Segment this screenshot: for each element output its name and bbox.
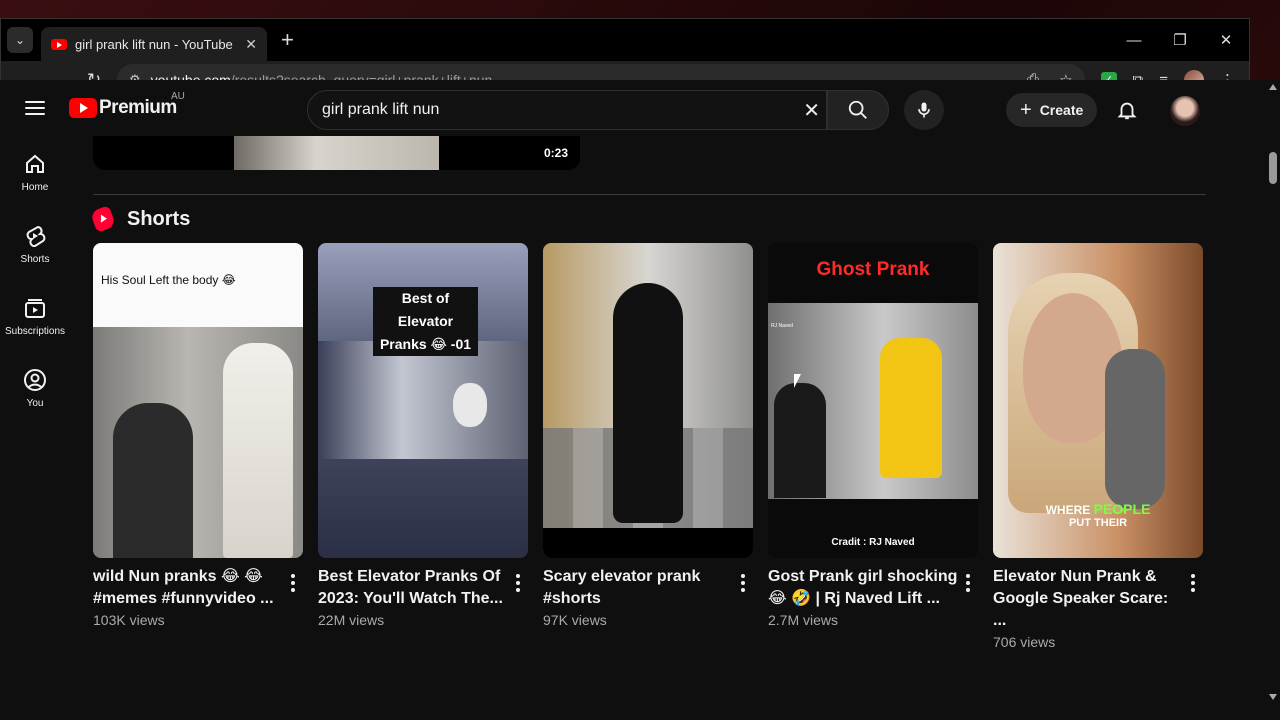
thumbnail-caption: WHERE PEOPLE	[1045, 501, 1151, 517]
create-button[interactable]: + Create	[1006, 93, 1098, 127]
new-tab-button[interactable]: +	[281, 29, 294, 51]
more-options-icon[interactable]	[283, 566, 303, 628]
search-button[interactable]	[827, 90, 889, 130]
short-views: 706 views	[993, 634, 1056, 650]
more-options-icon[interactable]	[1183, 566, 1203, 650]
short-title[interactable]: Scary elevator prank #shorts	[543, 566, 733, 610]
short-views: 97K views	[543, 612, 607, 628]
window-controls: — ❐ ✕	[1111, 19, 1249, 61]
search-results: 0:23 Shorts His Soul Left the body 😂 wil…	[89, 136, 1206, 650]
thumbnail-caption-line2: PUT THEIR	[1068, 517, 1128, 529]
account-avatar[interactable]	[1170, 96, 1200, 126]
short-item[interactable]: WHERE PEOPLE PUT THEIR Elevator Nun Pran…	[993, 243, 1203, 650]
video-thumbnail[interactable]: 0:23	[93, 136, 580, 170]
short-thumbnail[interactable]: His Soul Left the body 😂	[93, 243, 303, 558]
youtube-favicon-icon	[51, 38, 67, 50]
short-views: 103K views	[93, 612, 165, 628]
tab-search-button[interactable]: ⌄	[7, 27, 33, 53]
thumbnail-caption: Ghost Prank	[816, 259, 930, 280]
short-views: 2.7M views	[768, 612, 839, 628]
previous-video-result[interactable]: 0:23	[93, 136, 1206, 170]
you-icon	[24, 368, 46, 391]
logo-text: Premium	[99, 97, 177, 118]
shorts-section-title: Shorts	[127, 207, 191, 230]
short-thumbnail[interactable]: WHERE PEOPLE PUT THEIR	[993, 243, 1203, 558]
guide-label: Shorts	[20, 253, 50, 265]
logo-region: AU	[171, 91, 185, 102]
short-thumbnail[interactable]: Ghost Prank RJ Naved Cradit : RJ Naved	[768, 243, 978, 558]
guide-label: Subscriptions	[4, 325, 66, 337]
close-icon[interactable]: ✕	[1203, 31, 1249, 49]
more-options-icon[interactable]	[733, 566, 753, 628]
notifications-bell-icon[interactable]	[1116, 98, 1138, 122]
restore-icon[interactable]: ❐	[1157, 31, 1203, 49]
mouse-cursor-icon	[794, 374, 801, 388]
thumbnail-image	[234, 136, 439, 170]
shorts-shelf-header: Shorts	[89, 205, 1206, 233]
short-thumbnail[interactable]: Best of Elevator Pranks 😂 -01	[318, 243, 528, 558]
video-duration: 0:23	[544, 146, 569, 160]
clear-search-icon[interactable]: ✕	[803, 98, 820, 123]
chevron-down-icon: ⌄	[14, 33, 26, 47]
microphone-icon	[918, 102, 930, 118]
short-title[interactable]: Elevator Nun Prank & Google Speaker Scar…	[993, 566, 1183, 632]
guide-label: You	[26, 397, 44, 409]
voice-search-button[interactable]	[904, 90, 944, 130]
scroll-up-icon[interactable]	[1269, 84, 1277, 90]
short-item[interactable]: His Soul Left the body 😂 wild Nun pranks…	[93, 243, 303, 650]
search-icon	[848, 100, 867, 119]
short-views: 22M views	[318, 612, 385, 628]
thumbnail-credit: Cradit : RJ Naved	[831, 537, 915, 548]
section-divider	[93, 194, 1206, 195]
page-scrollbar[interactable]	[1266, 80, 1280, 720]
tab-strip: ⌄ girl prank lift nun - YouTube ✕ + — ❐ …	[1, 19, 1249, 61]
youtube-logo-icon	[69, 98, 97, 118]
tab-close-icon[interactable]: ✕	[245, 36, 257, 53]
short-title[interactable]: Gost Prank girl shocking 😂 🤣 | Rj Naved …	[768, 566, 958, 610]
thumbnail-caption: Best of Elevator Pranks 😂 -01	[373, 287, 478, 356]
short-item[interactable]: Ghost Prank RJ Naved Cradit : RJ Naved G…	[768, 243, 978, 650]
guide-item-you[interactable]: You	[0, 352, 70, 424]
youtube-page: Premium AU girl prank lift nun ✕ + Creat…	[0, 80, 1266, 720]
short-title[interactable]: Best Elevator Pranks Of 2023: You'll Wat…	[318, 566, 508, 610]
subscriptions-icon	[25, 298, 45, 318]
scrollbar-thumb[interactable]	[1269, 152, 1277, 184]
minimize-icon[interactable]: —	[1111, 32, 1157, 49]
guide-menu-icon[interactable]	[25, 101, 45, 115]
shorts-logo-icon	[89, 205, 117, 233]
guide-label: Home	[21, 181, 49, 193]
short-thumbnail[interactable]	[543, 243, 753, 558]
more-options-icon[interactable]	[508, 566, 528, 628]
short-item[interactable]: Scary elevator prank #shorts 97K views	[543, 243, 753, 650]
youtube-premium-logo[interactable]: Premium AU	[69, 91, 185, 119]
search-query: girl prank lift nun	[322, 101, 440, 118]
guide-sidebar: Home Shorts Subscriptions You	[0, 136, 70, 424]
thumbnail-caption: His Soul Left the body 😂	[101, 273, 236, 287]
guide-item-shorts[interactable]: Shorts	[0, 208, 70, 280]
home-icon	[26, 154, 44, 173]
scroll-down-icon[interactable]	[1269, 694, 1277, 700]
shorts-icon	[26, 225, 46, 247]
tab-title: girl prank lift nun - YouTube	[75, 36, 233, 52]
tab-active[interactable]: girl prank lift nun - YouTube ✕	[41, 27, 267, 61]
guide-item-home[interactable]: Home	[0, 136, 70, 208]
shorts-shelf: His Soul Left the body 😂 wild Nun pranks…	[93, 243, 1206, 650]
short-title[interactable]: wild Nun pranks 😂 😂 #memes #funnyvideo .…	[93, 566, 283, 610]
thumbnail-watermark: RJ Naved	[771, 323, 793, 329]
create-label: Create	[1039, 102, 1084, 118]
more-options-icon[interactable]	[958, 566, 978, 628]
short-item[interactable]: Best of Elevator Pranks 😂 -01 Best Eleva…	[318, 243, 528, 650]
plus-icon: +	[1020, 98, 1032, 121]
masthead: Premium AU girl prank lift nun ✕ + Creat…	[0, 80, 1266, 136]
guide-item-subscriptions[interactable]: Subscriptions	[0, 280, 70, 352]
search-input[interactable]: girl prank lift nun ✕	[307, 90, 827, 130]
